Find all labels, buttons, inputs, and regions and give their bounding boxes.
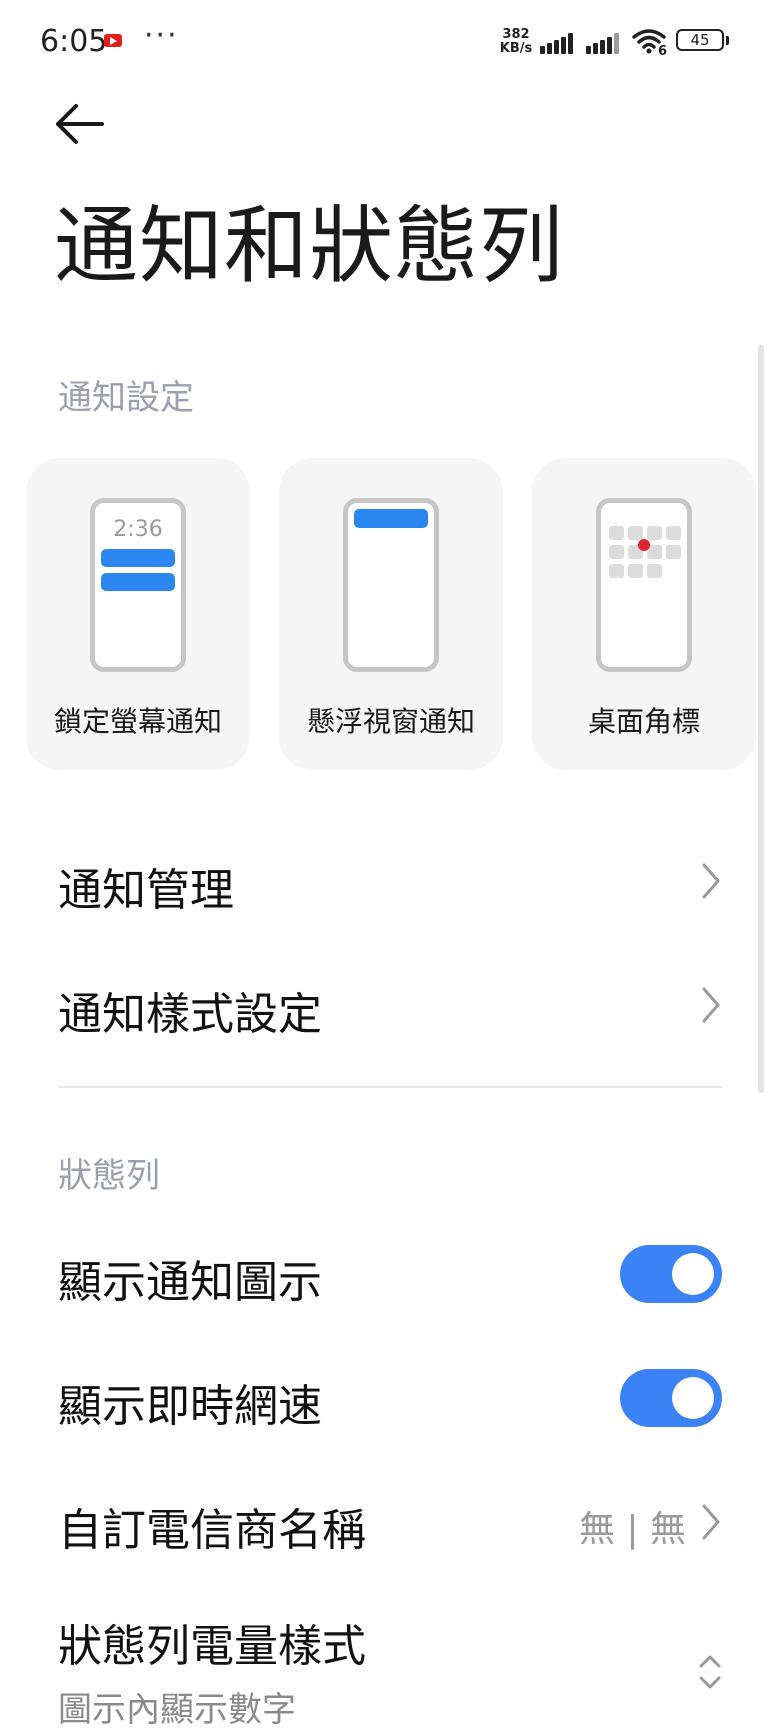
more-notifications-icon: ···	[144, 18, 179, 53]
back-button[interactable]	[52, 92, 116, 156]
network-speed-unit: KB/s	[499, 41, 533, 56]
card-label: 桌面角標	[587, 705, 700, 738]
floating-notification-preview-image	[343, 498, 439, 672]
chevron-up-down-icon	[699, 1655, 721, 1689]
battery-style-value: 圖示內顯示數字	[58, 1690, 296, 1730]
preview-notification-bar	[101, 549, 175, 567]
row-label: 自訂電信商名稱	[58, 1505, 366, 1556]
toggle-knob	[672, 1377, 714, 1419]
show-notification-icons-toggle[interactable]	[620, 1245, 722, 1303]
chevron-right-icon	[702, 987, 720, 1023]
status-bar: 6:05 ··· 382 KB/s 6 45	[0, 0, 780, 84]
preview-clock: 2:36	[113, 517, 163, 542]
show-network-speed-row[interactable]: 顯示即時網速	[0, 1356, 780, 1440]
youtube-icon	[104, 34, 122, 47]
notification-style-settings-row[interactable]: 通知樣式設定	[0, 958, 780, 1048]
status-time: 6:05	[40, 24, 108, 59]
preview-notification-bar	[101, 573, 175, 591]
notification-management-row[interactable]: 通知管理	[0, 836, 780, 926]
row-label: 顯示即時網速	[58, 1381, 322, 1432]
page-title: 通知和狀態列	[54, 197, 565, 295]
chevron-right-icon	[702, 1504, 720, 1540]
lock-screen-preview-image: 2:36	[90, 498, 186, 672]
lock-screen-notification-card[interactable]: 2:36 鎖定螢幕通知	[26, 458, 250, 770]
badge-preview-image	[596, 498, 692, 672]
toggle-knob	[672, 1253, 714, 1295]
signal-icon	[586, 30, 624, 54]
arrow-left-icon	[56, 104, 104, 144]
battery-level: 45	[690, 31, 710, 49]
notification-style-cards: 2:36 鎖定螢幕通知 懸浮視窗通知 桌面角標	[26, 458, 756, 770]
chevron-right-icon	[702, 863, 720, 899]
preview-banner	[354, 509, 428, 528]
battery-style-row[interactable]: 狀態列電量樣式 圖示內顯示數字	[0, 1600, 780, 1733]
row-label: 狀態列電量樣式	[58, 1621, 366, 1672]
row-label: 顯示通知圖示	[58, 1257, 322, 1308]
card-label: 懸浮視窗通知	[306, 705, 475, 738]
row-label: 通知樣式設定	[58, 989, 322, 1040]
section-divider	[58, 1086, 722, 1088]
custom-carrier-name-row[interactable]: 自訂電信商名稱 無 | 無	[0, 1480, 780, 1564]
section-header-status-bar: 狀態列	[58, 1156, 160, 1196]
signal-icon	[540, 30, 578, 54]
wifi-generation: 6	[658, 44, 668, 59]
scrollbar[interactable]	[758, 345, 764, 1093]
row-label: 通知管理	[58, 865, 234, 916]
network-speed: 382 KB/s	[496, 28, 536, 56]
floating-notification-card[interactable]: 懸浮視窗通知	[279, 458, 503, 770]
section-header-notification-settings: 通知設定	[58, 378, 194, 418]
show-network-speed-toggle[interactable]	[620, 1369, 722, 1427]
card-label: 鎖定螢幕通知	[53, 705, 222, 738]
badge-dot-icon	[638, 539, 650, 551]
carrier-name-value: 無 | 無	[578, 1509, 686, 1550]
battery-icon: 45	[676, 29, 729, 51]
network-speed-value: 382	[502, 27, 530, 42]
app-icon-badge-card[interactable]: 桌面角標	[532, 458, 756, 770]
show-notification-icons-row[interactable]: 顯示通知圖示	[0, 1232, 780, 1316]
